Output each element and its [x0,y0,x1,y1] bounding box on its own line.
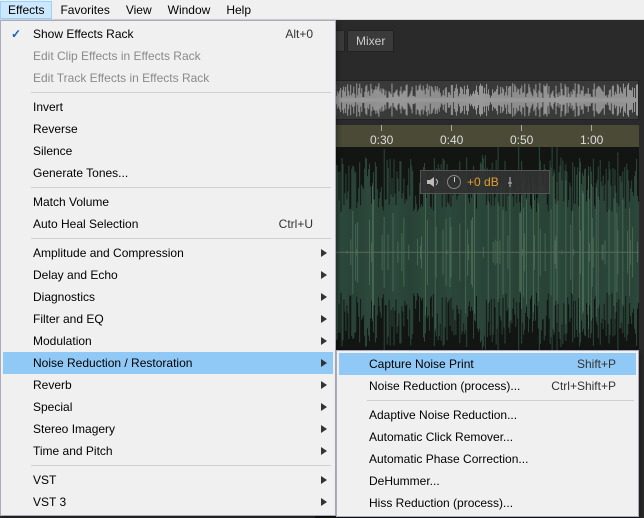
menu-item-label: Adaptive Noise Reduction... [369,408,517,422]
submenu-item-noise-reduction-process[interactable]: Noise Reduction (process)... Ctrl+Shift+P [339,375,636,397]
menu-item-special[interactable]: Special [3,396,333,418]
menu-item-label: Delay and Echo [33,268,118,282]
menu-item-label: Match Volume [33,195,109,209]
menubar-item-view[interactable]: View [118,1,160,19]
menu-item-label: Modulation [33,334,92,348]
menu-item-delay-and-echo[interactable]: Delay and Echo [3,264,333,286]
chevron-right-icon [321,290,327,304]
time-tick: 0:30 [370,125,393,147]
menu-item-reverse[interactable]: Reverse [3,118,333,140]
submenu-item-adaptive-noise-reduction[interactable]: Adaptive Noise Reduction... [339,404,636,426]
menu-item-label: Filter and EQ [33,312,104,326]
gain-knob[interactable] [447,175,461,189]
menu-item-label: Automatic Phase Correction... [369,452,528,466]
menu-item-stereo-imagery[interactable]: Stereo Imagery [3,418,333,440]
chevron-right-icon [321,268,327,282]
submenu-item-hiss-reduction-process[interactable]: Hiss Reduction (process)... [339,492,636,514]
menu-item-label: Diagnostics [33,290,95,304]
menu-item-label: Edit Track Effects in Effects Rack [33,71,209,85]
menu-item-label: Edit Clip Effects in Effects Rack [33,49,201,63]
menu-item-label: Amplitude and Compression [33,246,184,260]
menu-item-label: Invert [33,100,63,114]
menu-item-match-volume[interactable]: Match Volume [3,191,333,213]
chevron-right-icon [321,334,327,348]
submenu-item-automatic-click-remover[interactable]: Automatic Click Remover... [339,426,636,448]
chevron-right-icon [321,400,327,414]
menu-separator [31,238,331,239]
menu-item-label: Reverb [33,378,72,392]
time-tick: 0:40 [440,125,463,147]
noise-reduction-submenu: Capture Noise Print Shift+P Noise Reductio… [336,350,639,517]
menu-separator [31,465,331,466]
menu-item-amplitude-and-compression[interactable]: Amplitude and Compression [3,242,333,264]
menubar: Effects Favorites View Window Help [0,0,644,20]
menu-shortcut: Alt+0 [285,27,313,41]
menu-item-time-and-pitch[interactable]: Time and Pitch [3,440,333,462]
submenu-item-capture-noise-print[interactable]: Capture Noise Print Shift+P [339,353,636,375]
menu-item-diagnostics[interactable]: Diagnostics [3,286,333,308]
chevron-right-icon [321,246,327,260]
menu-separator [31,187,331,188]
menu-item-reverb[interactable]: Reverb [3,374,333,396]
menu-item-label: VST 3 [33,495,66,509]
menu-item-vst[interactable]: VST [3,469,333,491]
menu-shortcut: Ctrl+Shift+P [551,379,616,393]
menu-item-label: Automatic Click Remover... [369,430,513,444]
submenu-item-automatic-phase-correction[interactable]: Automatic Phase Correction... [339,448,636,470]
chevron-right-icon [321,422,327,436]
menu-shortcut: Ctrl+U [279,217,313,231]
effects-menu: ✓ Show Effects Rack Alt+0 Edit Clip Effects… [0,20,336,516]
menu-item-label: Hiss Reduction (process)... [369,496,513,510]
tab-mixer[interactable]: Mixer [347,30,394,52]
menu-item-vst-3[interactable]: VST 3 [3,491,333,513]
menu-item-label: Show Effects Rack [33,27,134,41]
menu-item-edit-track-effects-in-effects-rack: Edit Track Effects in Effects Rack [3,67,333,89]
tab-label: Mixer [356,34,385,48]
menu-item-label: Special [33,400,72,414]
chevron-right-icon [321,312,327,326]
volume-icon [427,176,441,188]
chevron-right-icon [321,495,327,509]
chevron-right-icon [321,444,327,458]
waveform-minimap[interactable] [315,80,639,120]
menu-item-edit-clip-effects-in-effects-rack: Edit Clip Effects in Effects Rack [3,45,333,67]
menu-item-label: Time and Pitch [33,444,113,458]
gain-hud[interactable]: +0 dB [420,170,550,194]
submenu-item-dehummer[interactable]: DeHummer... [339,470,636,492]
menubar-item-favorites[interactable]: Favorites [52,1,117,19]
menu-item-label: Noise Reduction / Restoration [33,356,192,370]
menu-item-label: Silence [33,144,72,158]
menubar-item-effects[interactable]: Effects [0,1,52,19]
menu-item-label: VST [33,473,56,487]
menu-item-label: Stereo Imagery [33,422,115,436]
menu-item-noise-reduction-restoration[interactable]: Noise Reduction / Restoration [3,352,333,374]
menu-item-invert[interactable]: Invert [3,96,333,118]
time-tick: 0:50 [510,125,533,147]
menu-item-label: Noise Reduction (process)... [369,379,520,393]
chevron-right-icon [321,378,327,392]
menu-item-label: Capture Noise Print [369,357,474,371]
menu-item-label: Auto Heal Selection [33,217,138,231]
menu-separator [31,92,331,93]
check-icon: ✓ [11,27,21,41]
menu-separator [367,400,634,401]
menu-item-show-effects-rack[interactable]: ✓ Show Effects Rack Alt+0 [3,23,333,45]
menu-item-filter-and-eq[interactable]: Filter and EQ [3,308,333,330]
menu-item-generate-tones[interactable]: Generate Tones... [3,162,333,184]
menubar-item-window[interactable]: Window [160,1,219,19]
menu-item-label: DeHummer... [369,474,440,488]
menu-item-modulation[interactable]: Modulation [3,330,333,352]
menu-item-label: Generate Tones... [33,166,128,180]
chevron-right-icon [321,356,327,370]
chevron-right-icon [321,473,327,487]
gain-db-label: +0 dB [467,175,499,189]
pin-icon[interactable] [505,177,515,187]
time-ruler[interactable]: 0:30 0:40 0:50 1:00 [315,125,639,147]
time-tick: 1:00 [580,125,603,147]
menu-item-silence[interactable]: Silence [3,140,333,162]
menu-item-auto-heal-selection[interactable]: Auto Heal Selection Ctrl+U [3,213,333,235]
menubar-item-help[interactable]: Help [218,1,259,19]
menu-item-label: Reverse [33,122,78,136]
menu-shortcut: Shift+P [577,357,616,371]
